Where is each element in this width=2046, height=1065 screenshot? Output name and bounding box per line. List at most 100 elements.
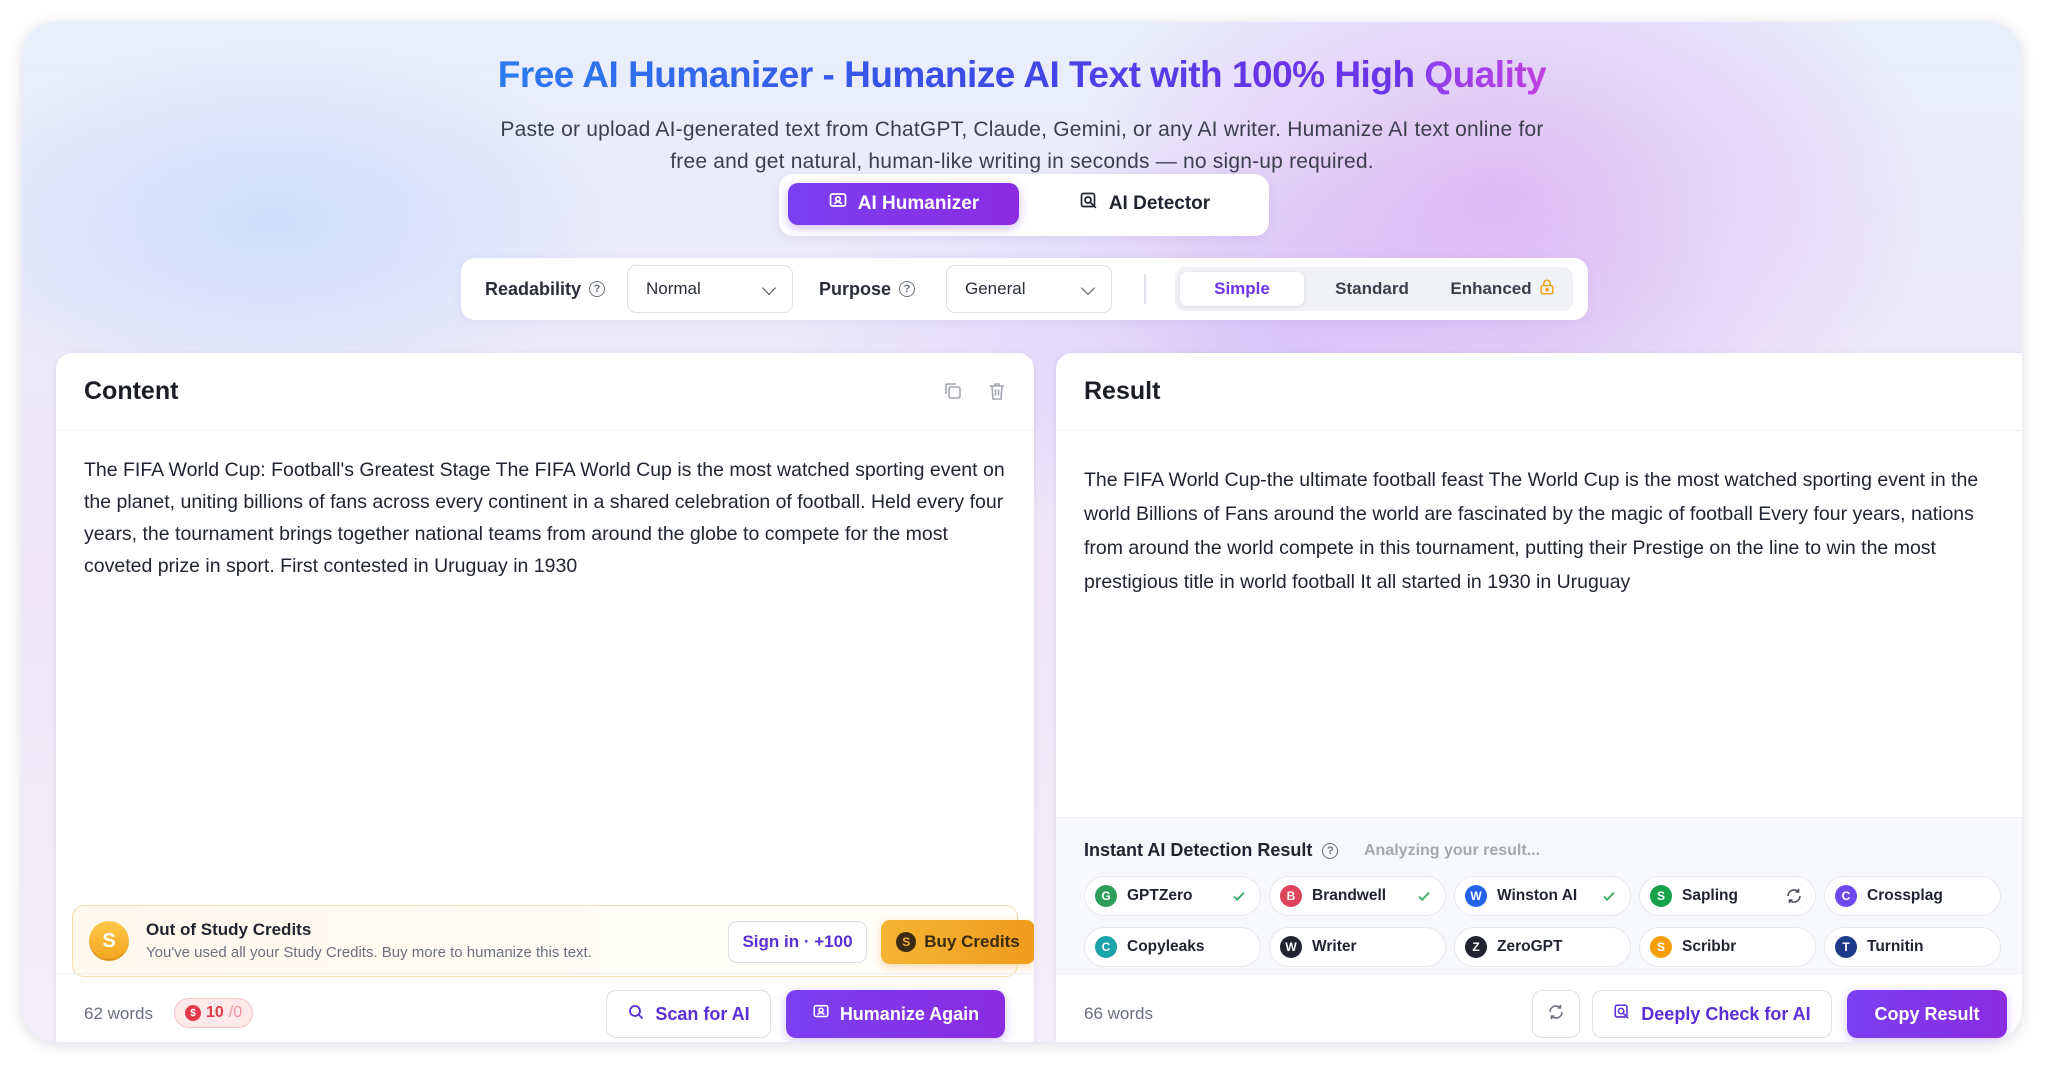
search-icon bbox=[627, 1003, 645, 1026]
result-footer: 66 words Deeply Check for AI Copy Result bbox=[1056, 973, 2022, 1042]
detector-logo-icon: W bbox=[1465, 885, 1487, 907]
detection-area: Instant AI Detection Result ? Analyzing … bbox=[1056, 817, 2022, 973]
lock-icon bbox=[1538, 278, 1556, 301]
refresh-icon bbox=[1785, 887, 1803, 905]
content-input[interactable]: The FIFA World Cup: Football's Greatest … bbox=[84, 454, 1014, 582]
tab-ai-detector-label: AI Detector bbox=[1108, 193, 1211, 214]
tab-ai-detector[interactable]: AI Detector bbox=[1029, 183, 1260, 225]
help-icon[interactable]: ? bbox=[1322, 842, 1339, 859]
buy-credits-label: Buy Credits bbox=[924, 932, 1020, 951]
trash-icon[interactable] bbox=[986, 380, 1008, 402]
refresh-icon bbox=[1547, 1003, 1565, 1026]
detector-chip[interactable]: C Crossplag bbox=[1824, 876, 2001, 916]
mode-switch: AI Humanizer AI Detector bbox=[779, 174, 1269, 236]
level-enhanced[interactable]: Enhanced bbox=[1441, 272, 1565, 306]
page-subtitle: Paste or upload AI-generated text from C… bbox=[422, 114, 1622, 178]
detector-chip[interactable]: S Sapling bbox=[1639, 876, 1816, 916]
readability-select[interactable]: Normal bbox=[627, 265, 793, 313]
credit-suffix: /0 bbox=[228, 1004, 243, 1021]
humanize-again-button[interactable]: Humanize Again bbox=[786, 990, 1005, 1038]
detector-name: Sapling bbox=[1682, 887, 1738, 904]
purpose-label: Purpose ? bbox=[819, 258, 916, 320]
detector-chip[interactable]: B Brandwell bbox=[1269, 876, 1446, 916]
coin-icon: $ bbox=[185, 1005, 201, 1021]
credit-value: 10 bbox=[206, 1004, 224, 1021]
humanizer-icon bbox=[812, 1003, 830, 1026]
scan-for-ai-label: Scan for AI bbox=[655, 1003, 750, 1024]
detector-chip[interactable]: S Scribbr bbox=[1639, 927, 1816, 967]
detector-logo-icon: Z bbox=[1465, 936, 1487, 958]
scan-for-ai-button[interactable]: Scan for AI bbox=[606, 990, 771, 1038]
readability-value: Normal bbox=[646, 279, 701, 298]
detector-logo-icon: T bbox=[1835, 936, 1857, 958]
purpose-value: General bbox=[965, 279, 1026, 298]
purpose-select[interactable]: General bbox=[946, 265, 1112, 313]
detector-name: Turnitin bbox=[1867, 938, 1924, 955]
help-icon[interactable]: ? bbox=[589, 281, 606, 297]
detector-name: GPTZero bbox=[1127, 887, 1193, 904]
detector-chip[interactable]: W Writer bbox=[1269, 927, 1446, 967]
page-title: Free AI Humanizer - Humanize AI Text wit… bbox=[22, 54, 2022, 96]
subtitle-line-1: Paste or upload AI-generated text from C… bbox=[500, 118, 1544, 141]
detection-title-text: Instant AI Detection Result bbox=[1084, 840, 1313, 860]
detector-name: Scribbr bbox=[1682, 938, 1737, 955]
content-header: Content bbox=[56, 353, 1034, 431]
detection-title: Instant AI Detection Result ? bbox=[1084, 840, 1339, 861]
detector-logo-icon: C bbox=[1095, 936, 1117, 958]
detector-chip[interactable]: G GPTZero bbox=[1084, 876, 1261, 916]
detector-chip[interactable]: Z ZeroGPT bbox=[1454, 927, 1631, 967]
regenerate-button[interactable] bbox=[1532, 990, 1580, 1038]
tab-ai-humanizer-label: AI Humanizer bbox=[857, 193, 980, 214]
purpose-label-text: Purpose bbox=[819, 278, 892, 299]
result-header: Result bbox=[1056, 353, 2022, 431]
detector-chip[interactable]: C Copyleaks bbox=[1084, 927, 1261, 967]
level-standard[interactable]: Standard bbox=[1310, 272, 1434, 306]
app-frame: Free AI Humanizer - Humanize AI Text wit… bbox=[22, 22, 2022, 1042]
detector-name: Copyleaks bbox=[1127, 938, 1205, 955]
result-word-count: 66 words bbox=[1084, 1004, 1153, 1023]
readability-label: Readability ? bbox=[485, 258, 606, 320]
check-icon bbox=[1230, 887, 1248, 905]
detector-name: ZeroGPT bbox=[1497, 938, 1563, 955]
level-selector: Simple Standard Enhanced bbox=[1175, 267, 1573, 311]
humanize-again-label: Humanize Again bbox=[839, 1003, 980, 1024]
tab-ai-humanizer[interactable]: AI Humanizer bbox=[788, 183, 1019, 225]
page-title-main: Free AI Humanizer - Humanize AI Text wit… bbox=[497, 54, 1415, 95]
level-simple[interactable]: Simple bbox=[1180, 272, 1304, 306]
detector-chip[interactable]: T Turnitin bbox=[1824, 927, 2001, 967]
detector-logo-icon: W bbox=[1280, 936, 1302, 958]
deeply-check-button[interactable]: Deeply Check for AI bbox=[1592, 990, 1832, 1038]
copy-icon[interactable] bbox=[942, 380, 964, 402]
detector-icon bbox=[1613, 1003, 1631, 1026]
check-icon bbox=[1415, 887, 1433, 905]
detector-name: Winston AI bbox=[1497, 887, 1578, 904]
detector-icon bbox=[1079, 191, 1099, 217]
result-title: Result bbox=[1084, 377, 1161, 405]
content-footer: 62 words $ 10 /0 Scan for AI Humanize Ag… bbox=[56, 973, 1034, 1042]
result-output: The FIFA World Cup-the ultimate football… bbox=[1084, 469, 1979, 593]
detector-logo-icon: C bbox=[1835, 885, 1857, 907]
detector-logo-icon: S bbox=[1650, 885, 1672, 907]
chevron-down-icon bbox=[1080, 280, 1096, 296]
copy-result-button[interactable]: Copy Result bbox=[1847, 990, 2007, 1038]
content-panel: Content The FIFA World Cup: Football's G… bbox=[56, 353, 1034, 1042]
detector-name: Crossplag bbox=[1867, 887, 1943, 904]
help-icon[interactable]: ? bbox=[899, 281, 916, 297]
result-panel: Result The FIFA World Cup-the ultimate f… bbox=[1056, 353, 2022, 1042]
credits-banner-title: Out of Study Credits bbox=[146, 920, 312, 939]
humanizer-icon bbox=[828, 191, 848, 217]
sign-in-button[interactable]: Sign in · +100 bbox=[728, 921, 867, 963]
detector-chip[interactable]: W Winston AI bbox=[1454, 876, 1631, 916]
buy-credits-button[interactable]: S Buy Credits bbox=[881, 920, 1034, 964]
chevron-down-icon bbox=[761, 280, 777, 296]
coin-icon: S bbox=[89, 921, 129, 961]
detector-logo-icon: S bbox=[1650, 936, 1672, 958]
deeply-check-label: Deeply Check for AI bbox=[1641, 1003, 1811, 1024]
detection-status: Analyzing your result... bbox=[1364, 842, 1541, 859]
coin-icon: S bbox=[896, 932, 917, 952]
readability-label-text: Readability bbox=[485, 278, 582, 299]
level-enhanced-label: Enhanced bbox=[1450, 279, 1532, 298]
credit-badge: $ 10 /0 bbox=[174, 998, 254, 1028]
detector-logo-icon: G bbox=[1095, 885, 1117, 907]
detector-logo-icon: B bbox=[1280, 885, 1302, 907]
